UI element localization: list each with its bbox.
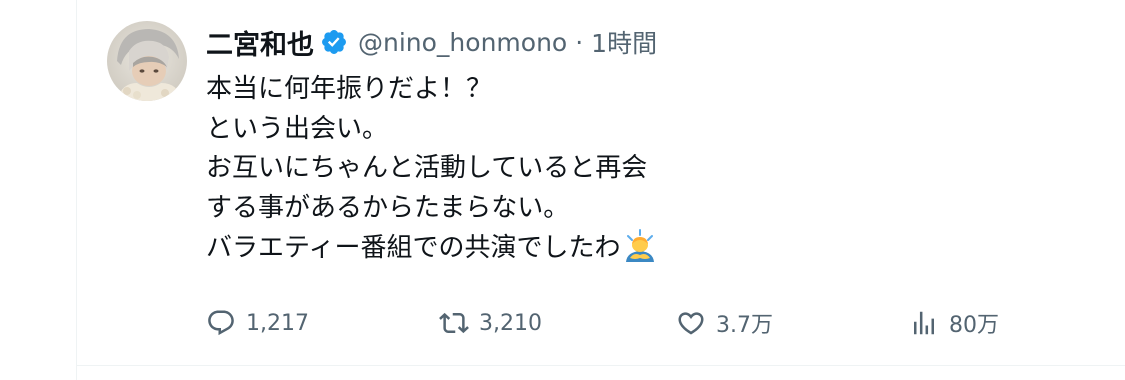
repost-count: 3,210: [479, 310, 542, 336]
like-icon: [678, 312, 704, 335]
separator-dot: ·: [575, 27, 584, 57]
like-count: 3.7万: [716, 313, 773, 338]
tweet-actions: 1,217 3,210 3.7万 80万: [0, 304, 1125, 342]
person-bowing-emoji: [622, 228, 658, 264]
tweet-bottom-border: [77, 365, 1125, 366]
tweet-text: 本当に何年振りだよ！？ という出会い。 お互いにちゃんと活動していると再会 する…: [206, 70, 658, 269]
tweet-line-last: バラエティー番組での共演でしたわ: [206, 228, 658, 269]
views-button[interactable]: 80万: [909, 304, 999, 342]
like-button[interactable]: 3.7万: [676, 304, 773, 342]
tweet-line: する事があるからたまらない。: [206, 192, 570, 223]
avatar-image: [107, 21, 187, 101]
views-icon: [914, 311, 934, 335]
author-handle[interactable]: @nino_honmono: [358, 28, 567, 57]
reply-icon: [208, 310, 234, 336]
reply-count: 1,217: [246, 310, 309, 336]
tweet-line: 本当に何年振りだよ！？: [206, 74, 493, 104]
tweet-line: という出会い。: [206, 113, 389, 144]
verified-badge-icon: [320, 28, 348, 56]
views-count: 80万: [949, 313, 999, 338]
tweet-header: 二宮和也 @nino_honmono · 1時間: [206, 22, 657, 62]
reply-button[interactable]: 1,217: [206, 304, 309, 342]
post-time[interactable]: 1時間: [591, 24, 657, 60]
repost-button[interactable]: 3,210: [439, 304, 542, 342]
tweet-line-text: バラエティー番組での共演でしたわ: [206, 233, 621, 263]
repost-icon: [439, 312, 469, 334]
avatar[interactable]: [107, 21, 187, 101]
tweet-line: お互いにちゃんと活動していると再会: [206, 153, 648, 183]
author-display-name[interactable]: 二宮和也: [206, 23, 314, 62]
